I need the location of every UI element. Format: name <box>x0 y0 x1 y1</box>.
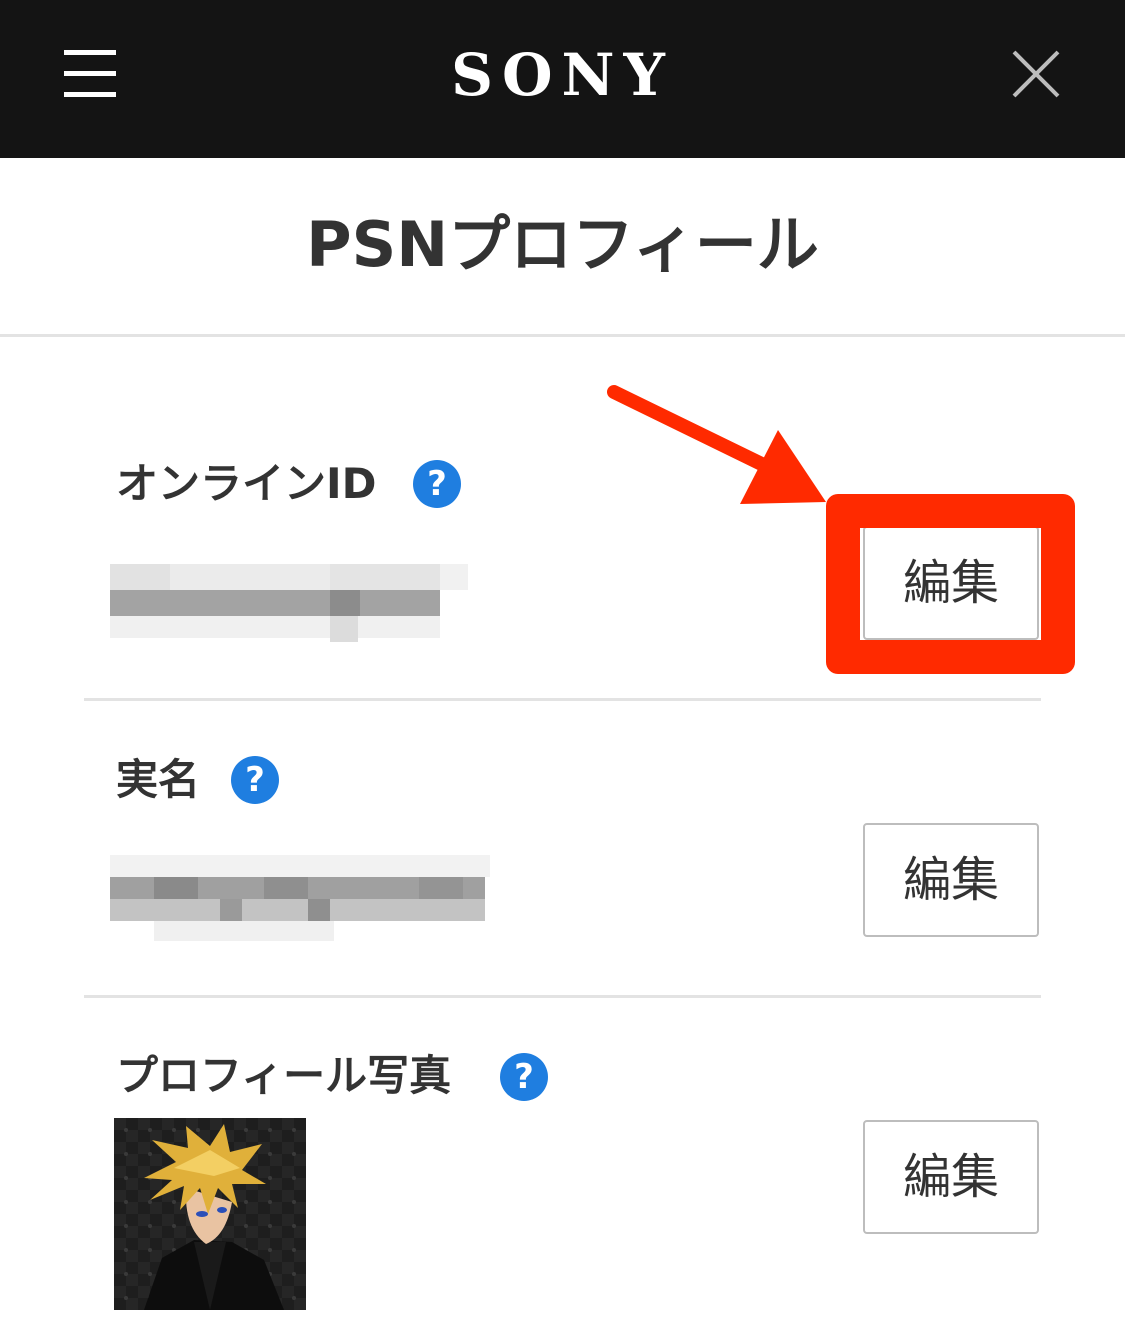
online-id-help-icon[interactable]: ? <box>413 460 461 508</box>
real-name-help-icon[interactable]: ? <box>231 756 279 804</box>
edit-profile-photo-button[interactable]: 編集 <box>863 1120 1039 1234</box>
online-id-value-redacted <box>84 560 469 645</box>
edit-online-id-button[interactable]: 編集 <box>863 526 1039 640</box>
annotation-arrow <box>600 380 860 540</box>
row-divider <box>84 698 1041 701</box>
title-divider <box>0 334 1125 337</box>
close-icon[interactable] <box>1010 48 1062 100</box>
profile-photo-label: プロフィール写真 <box>116 1051 452 1100</box>
online-id-label: オンラインID <box>116 459 377 508</box>
profile-photo-help-icon[interactable]: ? <box>500 1053 548 1101</box>
real-name-value-redacted <box>84 845 514 945</box>
real-name-label: 実名 <box>116 755 201 804</box>
profile-photo-avatar <box>114 1118 306 1310</box>
row-divider <box>84 995 1041 998</box>
top-bar: SONY <box>0 0 1125 158</box>
edit-real-name-button[interactable]: 編集 <box>863 823 1039 937</box>
page-title: PSNプロフィール <box>306 208 819 281</box>
sony-logo[interactable]: SONY <box>0 40 1125 110</box>
